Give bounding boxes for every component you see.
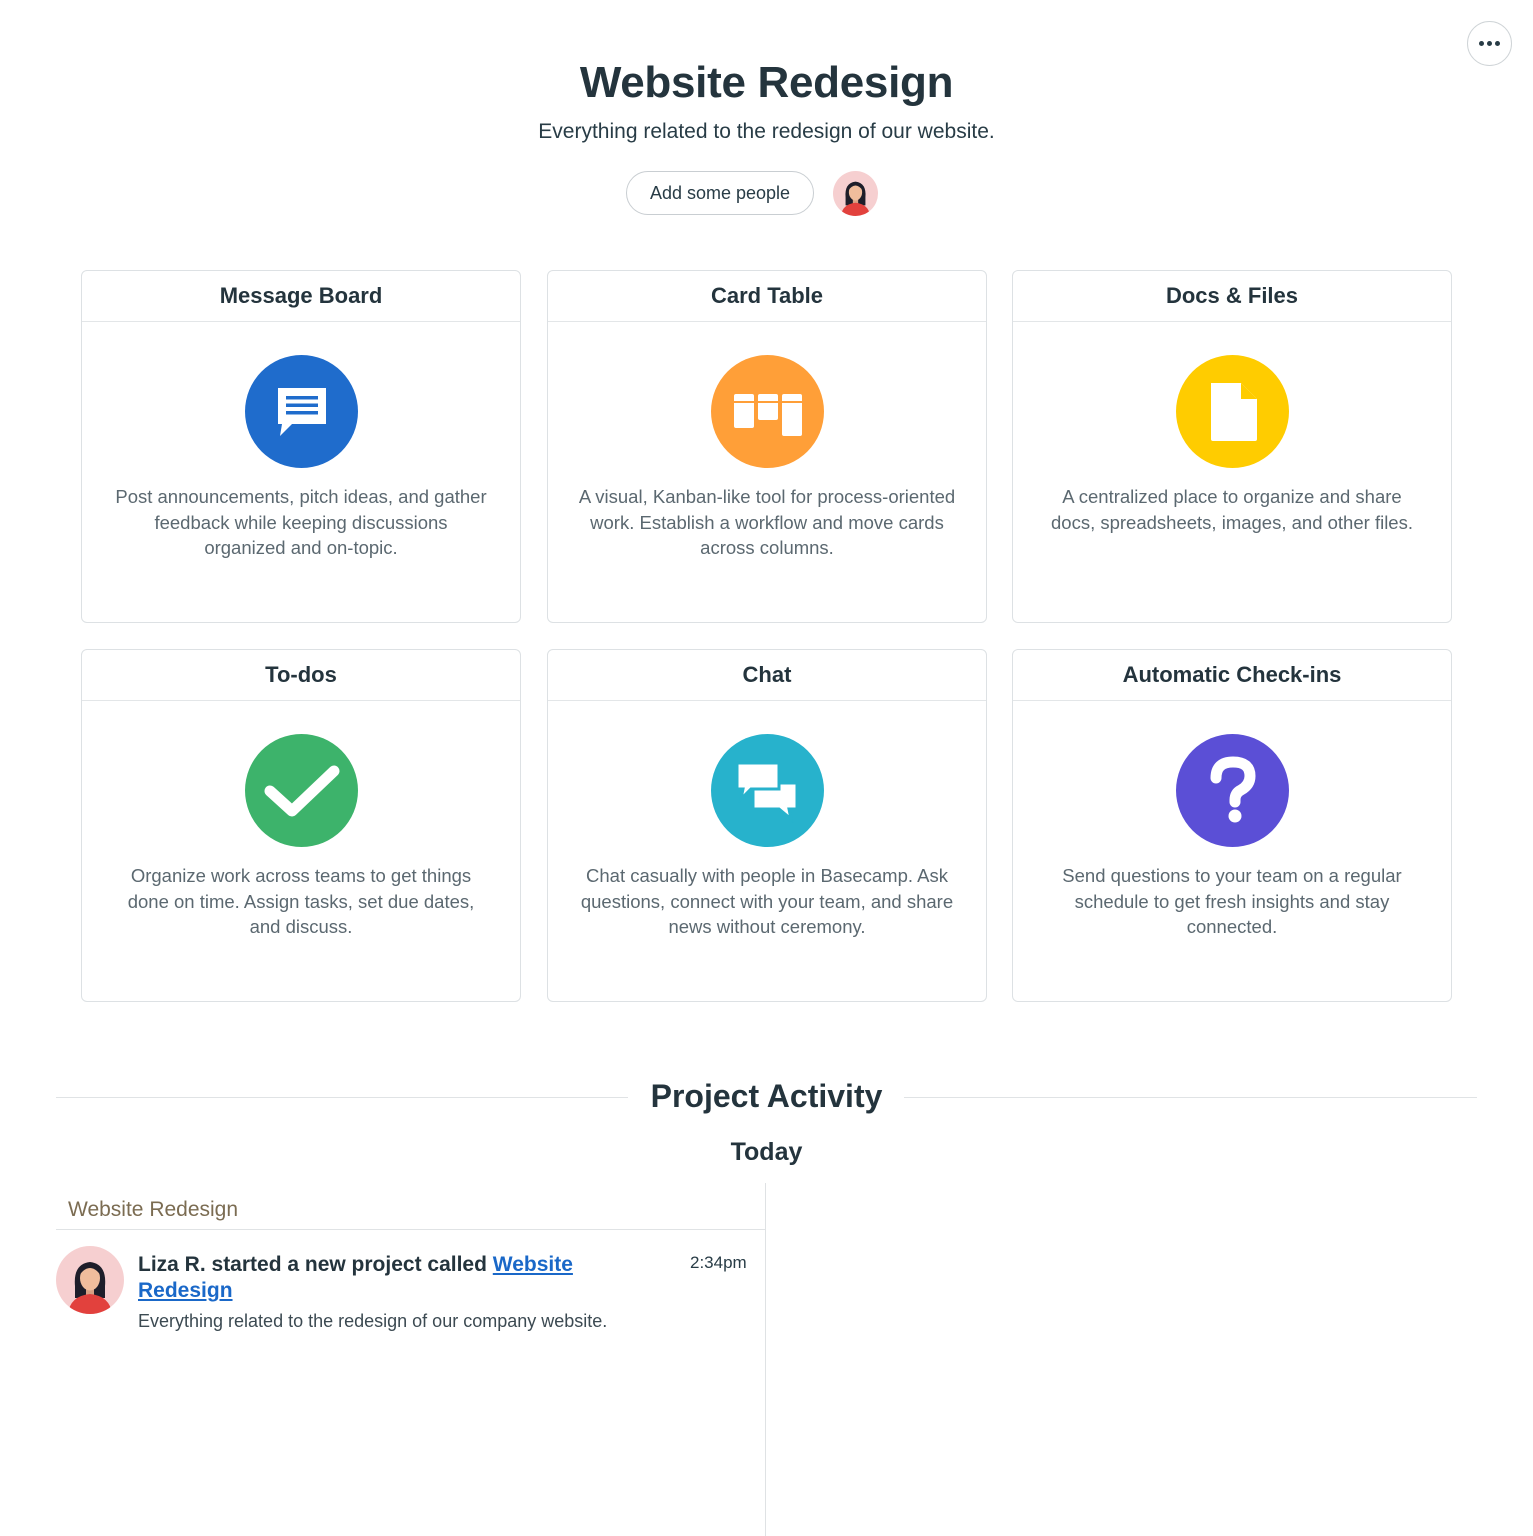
- tool-card-todos[interactable]: To-dos Organize work across teams to get…: [81, 649, 521, 1002]
- section-title: Project Activity: [650, 1078, 883, 1114]
- ellipsis-icon: [1479, 41, 1484, 46]
- card-description: Send questions to your team on a regular…: [1062, 865, 1402, 937]
- card-title: Chat: [548, 650, 986, 701]
- activity-time: 2:34pm: [690, 1253, 747, 1272]
- page-subtitle: Everything related to the redesign of ou…: [538, 120, 995, 143]
- avatar[interactable]: [833, 171, 878, 216]
- card-description: A visual, Kanban-like tool for process-o…: [578, 486, 956, 558]
- card-description: Organize work across teams to get things…: [127, 865, 475, 937]
- tool-card-card-table[interactable]: Card Table A visual, Kanban-like tool fo…: [547, 270, 987, 623]
- project-label[interactable]: Website Redesign: [68, 1198, 238, 1222]
- card-description: Chat casually with people in Basecamp. A…: [580, 865, 954, 937]
- card-title: Automatic Check-ins: [1013, 650, 1451, 701]
- tool-card-docs-files[interactable]: Docs & Files A centralized place to orga…: [1012, 270, 1452, 623]
- card-title: Card Table: [548, 271, 986, 322]
- message-board-icon: [245, 355, 358, 468]
- chat-bubbles-icon: [711, 734, 824, 847]
- card-title: Message Board: [82, 271, 520, 322]
- question-mark-icon: [1176, 734, 1289, 847]
- card-description: A centralized place to organize and shar…: [1051, 486, 1413, 533]
- tool-card-chat[interactable]: Chat Chat casually with people in Baseca…: [547, 649, 987, 1002]
- timeline-line: [765, 1183, 766, 1536]
- divider: [56, 1229, 765, 1230]
- checkmark-icon: [245, 734, 358, 847]
- add-people-button[interactable]: Add some people: [626, 171, 814, 215]
- document-icon: [1176, 355, 1289, 468]
- avatar[interactable]: [56, 1246, 124, 1314]
- activity-text: Liza R. started a new project called Web…: [138, 1252, 658, 1304]
- card-description: Post announcements, pitch ideas, and gat…: [115, 486, 487, 558]
- card-title: To-dos: [82, 650, 520, 701]
- kanban-icon: [711, 355, 824, 468]
- tool-card-automatic-checkins[interactable]: Automatic Check-ins Send questions to yo…: [1012, 649, 1452, 1002]
- tool-card-message-board[interactable]: Message Board Post announcements, pitch …: [81, 270, 521, 623]
- card-title: Docs & Files: [1013, 271, 1451, 322]
- activity-actor-text: Liza R. started a new project called: [138, 1253, 493, 1276]
- activity-description: Everything related to the redesign of ou…: [138, 1311, 608, 1331]
- day-label: Today: [730, 1138, 803, 1166]
- page-title: Website Redesign: [579, 58, 954, 107]
